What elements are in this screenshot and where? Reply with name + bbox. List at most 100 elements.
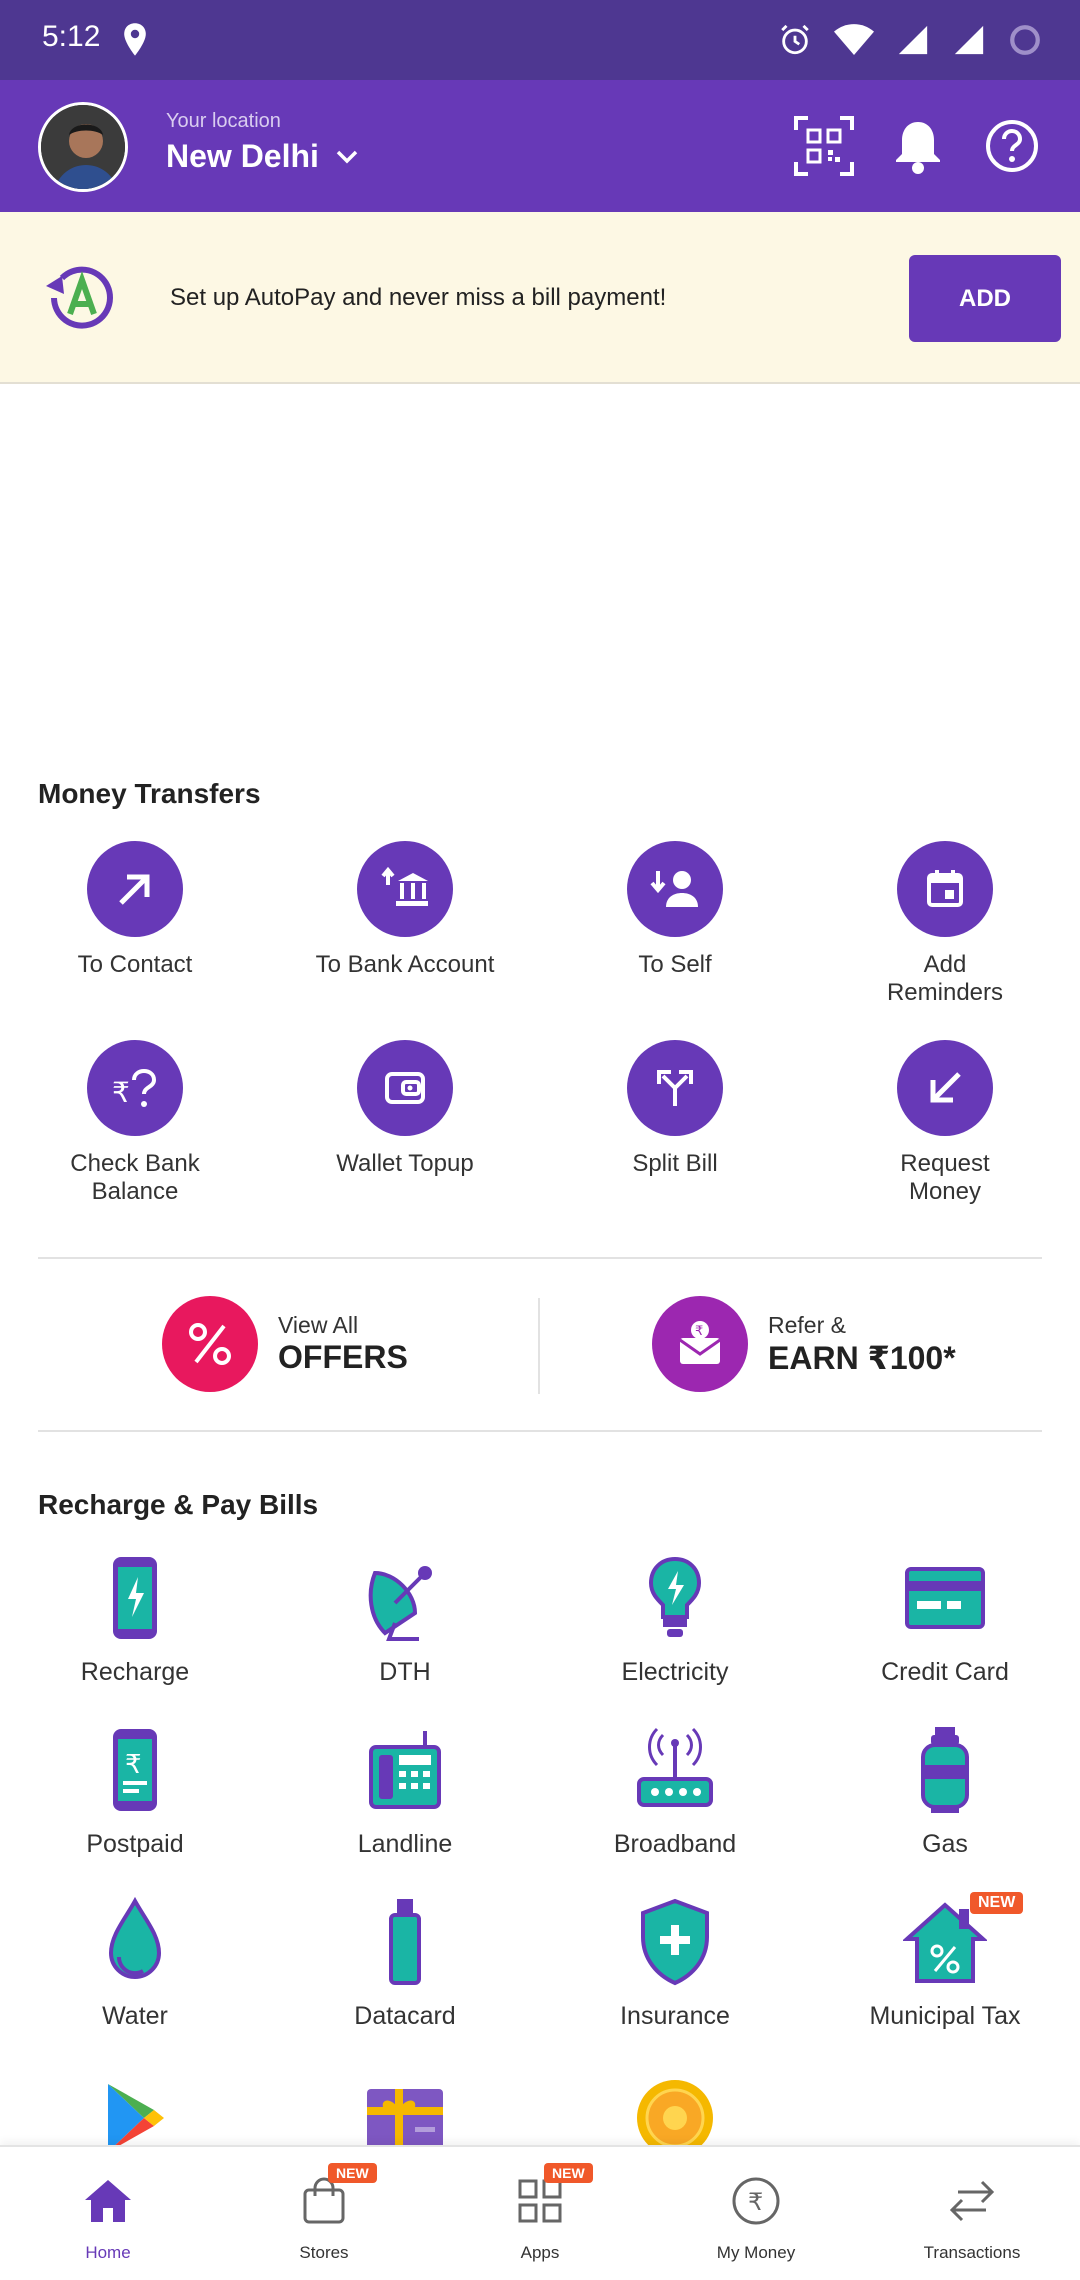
mobile-icon (85, 1548, 185, 1648)
svg-text:₹: ₹ (695, 1324, 703, 1339)
bill-broadband[interactable]: Broadband (540, 1720, 810, 1859)
alarm-icon (781, 24, 809, 55)
bill-datacard[interactable]: Datacard (270, 1892, 540, 2031)
bill-label: Insurance (620, 2002, 730, 2030)
rupee-circle-icon: ₹ (728, 2173, 784, 2229)
transactions-arrows-icon (944, 2173, 1000, 2229)
svg-text:₹: ₹ (125, 1750, 142, 1780)
nav-apps[interactable]: Apps (432, 2147, 648, 2280)
bill-label: Landline (357, 1830, 453, 1858)
grid-label: Add Reminders (886, 951, 1004, 1006)
bill-water[interactable]: Water (0, 1892, 270, 2031)
refer-big-text: EARN ₹100* (768, 1339, 956, 1376)
credit-card-icon (895, 1548, 995, 1648)
person-arrow-icon (627, 841, 723, 937)
bill-municipal-tax[interactable]: Municipal Tax (810, 1892, 1080, 2031)
bill-insurance[interactable]: Insurance (540, 1892, 810, 2031)
municipal-new-badge: NEW (970, 1892, 1024, 1914)
nav-stores[interactable]: Stores (216, 2147, 432, 2280)
split-icon (627, 1040, 723, 1136)
wifi-icon (834, 24, 874, 55)
grid-label: To Contact (77, 951, 193, 978)
bill-landline[interactable]: Landline (270, 1720, 540, 1859)
bill-credit-card[interactable]: Credit Card (810, 1548, 1080, 1687)
app-header: Your location New Delhi (0, 80, 1080, 212)
bill-label: Gas (922, 1830, 968, 1858)
transfer-to-self[interactable]: To Self (540, 841, 810, 979)
split-bill[interactable]: Split Bill (540, 1040, 810, 1178)
nav-label: Transactions (923, 2243, 1021, 2262)
help-icon[interactable] (980, 114, 1044, 178)
bill-label: Water (102, 2002, 168, 2030)
bill-label: Datacard (354, 2002, 456, 2030)
autopay-banner: Set up AutoPay and never miss a bill pay… (0, 212, 1080, 384)
nav-my-money[interactable]: ₹ My Money (648, 2147, 864, 2280)
signal-icon-2 (954, 25, 984, 55)
grid-label: Split Bill (632, 1150, 718, 1177)
transfer-to-contact[interactable]: To Contact (0, 841, 270, 979)
avatar[interactable] (38, 102, 128, 192)
bill-label: DTH (379, 1658, 431, 1686)
refer-envelope-icon: ₹ (652, 1296, 748, 1392)
location-city: New Delhi (166, 138, 319, 174)
bill-recharge[interactable]: Recharge (0, 1548, 270, 1687)
request-money[interactable]: Request Money (810, 1040, 1080, 1206)
bill-postpaid[interactable]: ₹ Postpaid (0, 1720, 270, 1859)
autopay-text: Set up AutoPay and never miss a bill pay… (170, 284, 667, 311)
bill-label: Postpaid (86, 1830, 184, 1858)
nav-label: My Money (716, 2243, 796, 2262)
refer-and-earn[interactable]: ₹ Refer & EARN ₹100* (652, 1296, 956, 1392)
calendar-icon (897, 841, 993, 937)
apps-new-badge: NEW (544, 2163, 593, 2183)
refer-text: Refer & EARN ₹100* (768, 1312, 956, 1377)
percent-icon (162, 1296, 258, 1392)
wallet-topup[interactable]: Wallet Topup (270, 1040, 540, 1178)
nav-label: Home (85, 2243, 131, 2262)
add-reminders[interactable]: Add Reminders (810, 841, 1080, 1007)
status-icons (778, 18, 1042, 62)
grid-label: Check Bank Balance (70, 1150, 200, 1205)
transfer-to-bank-account[interactable]: To Bank Account (270, 841, 540, 979)
divider (38, 1257, 1042, 1259)
wallet-icon (357, 1040, 453, 1136)
battery-loading-icon (1010, 25, 1040, 55)
arrow-up-right-icon (87, 841, 183, 937)
bill-label: Electricity (621, 1658, 729, 1686)
bill-electricity[interactable]: Electricity (540, 1548, 810, 1687)
bank-icon (357, 841, 453, 937)
location-selector[interactable]: New Delhi (166, 138, 359, 175)
satellite-dish-icon (355, 1548, 455, 1648)
status-bar: 5:12 (0, 0, 1080, 80)
bulb-icon (625, 1548, 725, 1648)
bottom-navigation: Home Stores NEW Apps NEW ₹ My Money Tran… (0, 2145, 1080, 2280)
usb-icon (355, 1892, 455, 1992)
bill-gas[interactable]: Gas (810, 1720, 1080, 1859)
svg-text:₹: ₹ (112, 1076, 130, 1109)
bill-dth[interactable]: DTH (270, 1548, 540, 1687)
autopay-add-button[interactable]: ADD (909, 255, 1061, 342)
refer-small-text: Refer & (768, 1311, 846, 1338)
bill-label: Recharge (80, 1658, 190, 1686)
qr-scan-icon[interactable] (792, 114, 856, 178)
location-label: Your location (166, 110, 281, 132)
offers-separator (538, 1298, 540, 1394)
water-drop-icon (85, 1892, 185, 1992)
view-all-offers[interactable]: View All OFFERS (162, 1296, 408, 1392)
svg-text:₹: ₹ (748, 2188, 763, 2216)
bill-label: Municipal Tax (869, 2002, 1021, 2030)
nav-home[interactable]: Home (0, 2147, 216, 2280)
check-bank-balance[interactable]: ₹ Check Bank Balance (0, 1040, 270, 1206)
status-time: 5:12 (42, 20, 101, 53)
notification-bell-icon[interactable] (886, 114, 950, 178)
bill-label: Broadband (613, 1830, 737, 1858)
postpaid-mobile-icon: ₹ (85, 1720, 185, 1820)
nav-label: Apps (520, 2243, 560, 2262)
nav-label: Stores (299, 2243, 349, 2262)
offers-small-text: View All (278, 1312, 359, 1338)
nav-transactions[interactable]: Transactions (864, 2147, 1080, 2280)
offers-text: View All OFFERS (278, 1312, 408, 1376)
landline-icon (355, 1720, 455, 1820)
home-icon (80, 2173, 136, 2229)
grid-label: Request Money (900, 1150, 990, 1205)
offers-big-text: OFFERS (278, 1339, 408, 1375)
